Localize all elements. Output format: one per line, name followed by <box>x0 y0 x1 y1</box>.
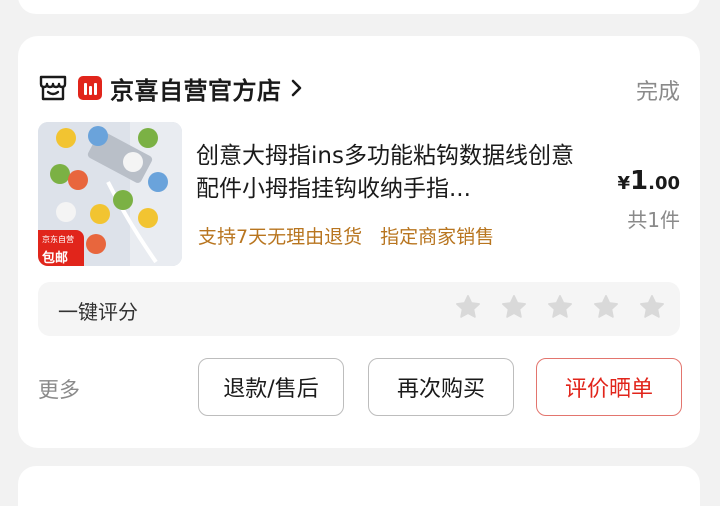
review-button[interactable]: 评价晒单 <box>536 358 682 416</box>
jx-logo-icon <box>78 76 102 100</box>
product-price: ¥1.00 <box>617 166 680 196</box>
product-title[interactable]: 创意大拇指ins多功能粘钩数据线创意配件小拇指挂钩收纳手指... <box>196 140 596 206</box>
product-thumbnail[interactable]: 京东自营 包邮 <box>38 122 182 266</box>
product-quantity: 共1件 <box>627 208 680 232</box>
free-shipping-badge: 京东自营 包邮 <box>38 230 84 266</box>
star-icon-3[interactable] <box>546 293 574 321</box>
buy-again-button[interactable]: 再次购买 <box>368 358 514 416</box>
price-currency: ¥ <box>617 173 631 194</box>
refund-aftersale-button[interactable]: 退款/售后 <box>198 358 344 416</box>
star-rating[interactable] <box>454 293 666 321</box>
star-icon-2[interactable] <box>500 293 528 321</box>
previous-order-card <box>18 0 700 14</box>
next-order-card <box>18 466 700 506</box>
star-icon-1[interactable] <box>454 293 482 321</box>
price-decimal: .00 <box>648 173 680 194</box>
order-card: 京喜自营官方店 完成 京东自营 包邮 创意大拇指ins多功能粘钩数据线创意配件小… <box>18 36 700 448</box>
quick-rating-bar: 一键评分 <box>38 282 680 336</box>
chevron-right-icon[interactable] <box>290 78 304 98</box>
order-status: 完成 <box>635 80 680 105</box>
service-tags: 支持7天无理由退货 指定商家销售 <box>198 222 494 249</box>
badge-large-text: 包邮 <box>42 251 69 266</box>
store-header[interactable]: 京喜自营官方店 <box>38 70 304 106</box>
star-icon-4[interactable] <box>592 293 620 321</box>
store-name[interactable]: 京喜自营官方店 <box>110 71 282 106</box>
tag-designated-seller: 指定商家销售 <box>380 226 495 248</box>
star-icon-5[interactable] <box>638 293 666 321</box>
quick-rating-label: 一键评分 <box>58 300 138 324</box>
badge-small-text: 京东自营 <box>42 235 74 244</box>
price-integer: 1 <box>630 166 649 196</box>
storefront-icon <box>39 75 67 101</box>
tag-7day-return: 支持7天无理由退货 <box>198 226 363 248</box>
more-link[interactable]: 更多 <box>38 374 80 404</box>
